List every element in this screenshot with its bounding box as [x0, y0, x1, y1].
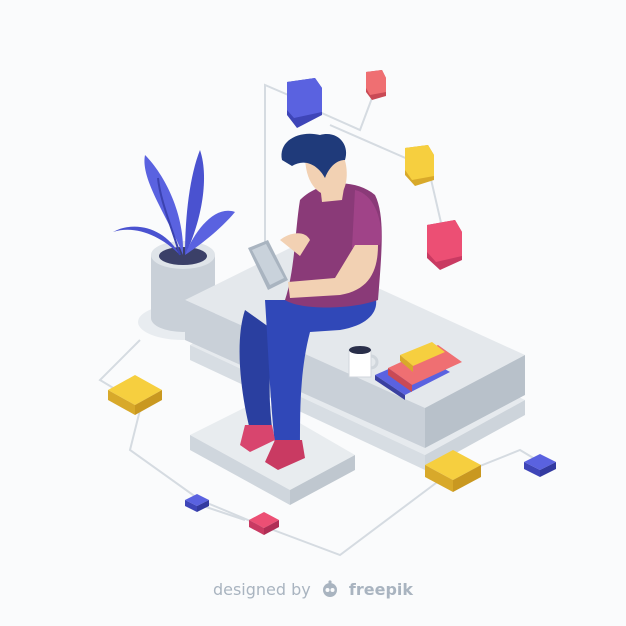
cube-blue-top [287, 78, 322, 128]
cube-yellow-left [108, 375, 162, 415]
cube-pink-bottom [249, 512, 279, 535]
illustration: designed by freepik [0, 0, 626, 626]
isometric-scene [98, 70, 556, 557]
credit-prefix: designed by [212, 580, 311, 599]
credit-line: designed by freepik [0, 580, 626, 602]
freepik-logo-icon [320, 580, 340, 602]
cube-yellow-right [405, 145, 434, 186]
cube-pink-right [427, 220, 462, 270]
cube-blue-bottom-left [185, 494, 209, 512]
cube-red-small [366, 70, 386, 100]
credit-brand[interactable]: freepik [349, 580, 413, 599]
cube-blue-bottom-right [524, 454, 556, 477]
